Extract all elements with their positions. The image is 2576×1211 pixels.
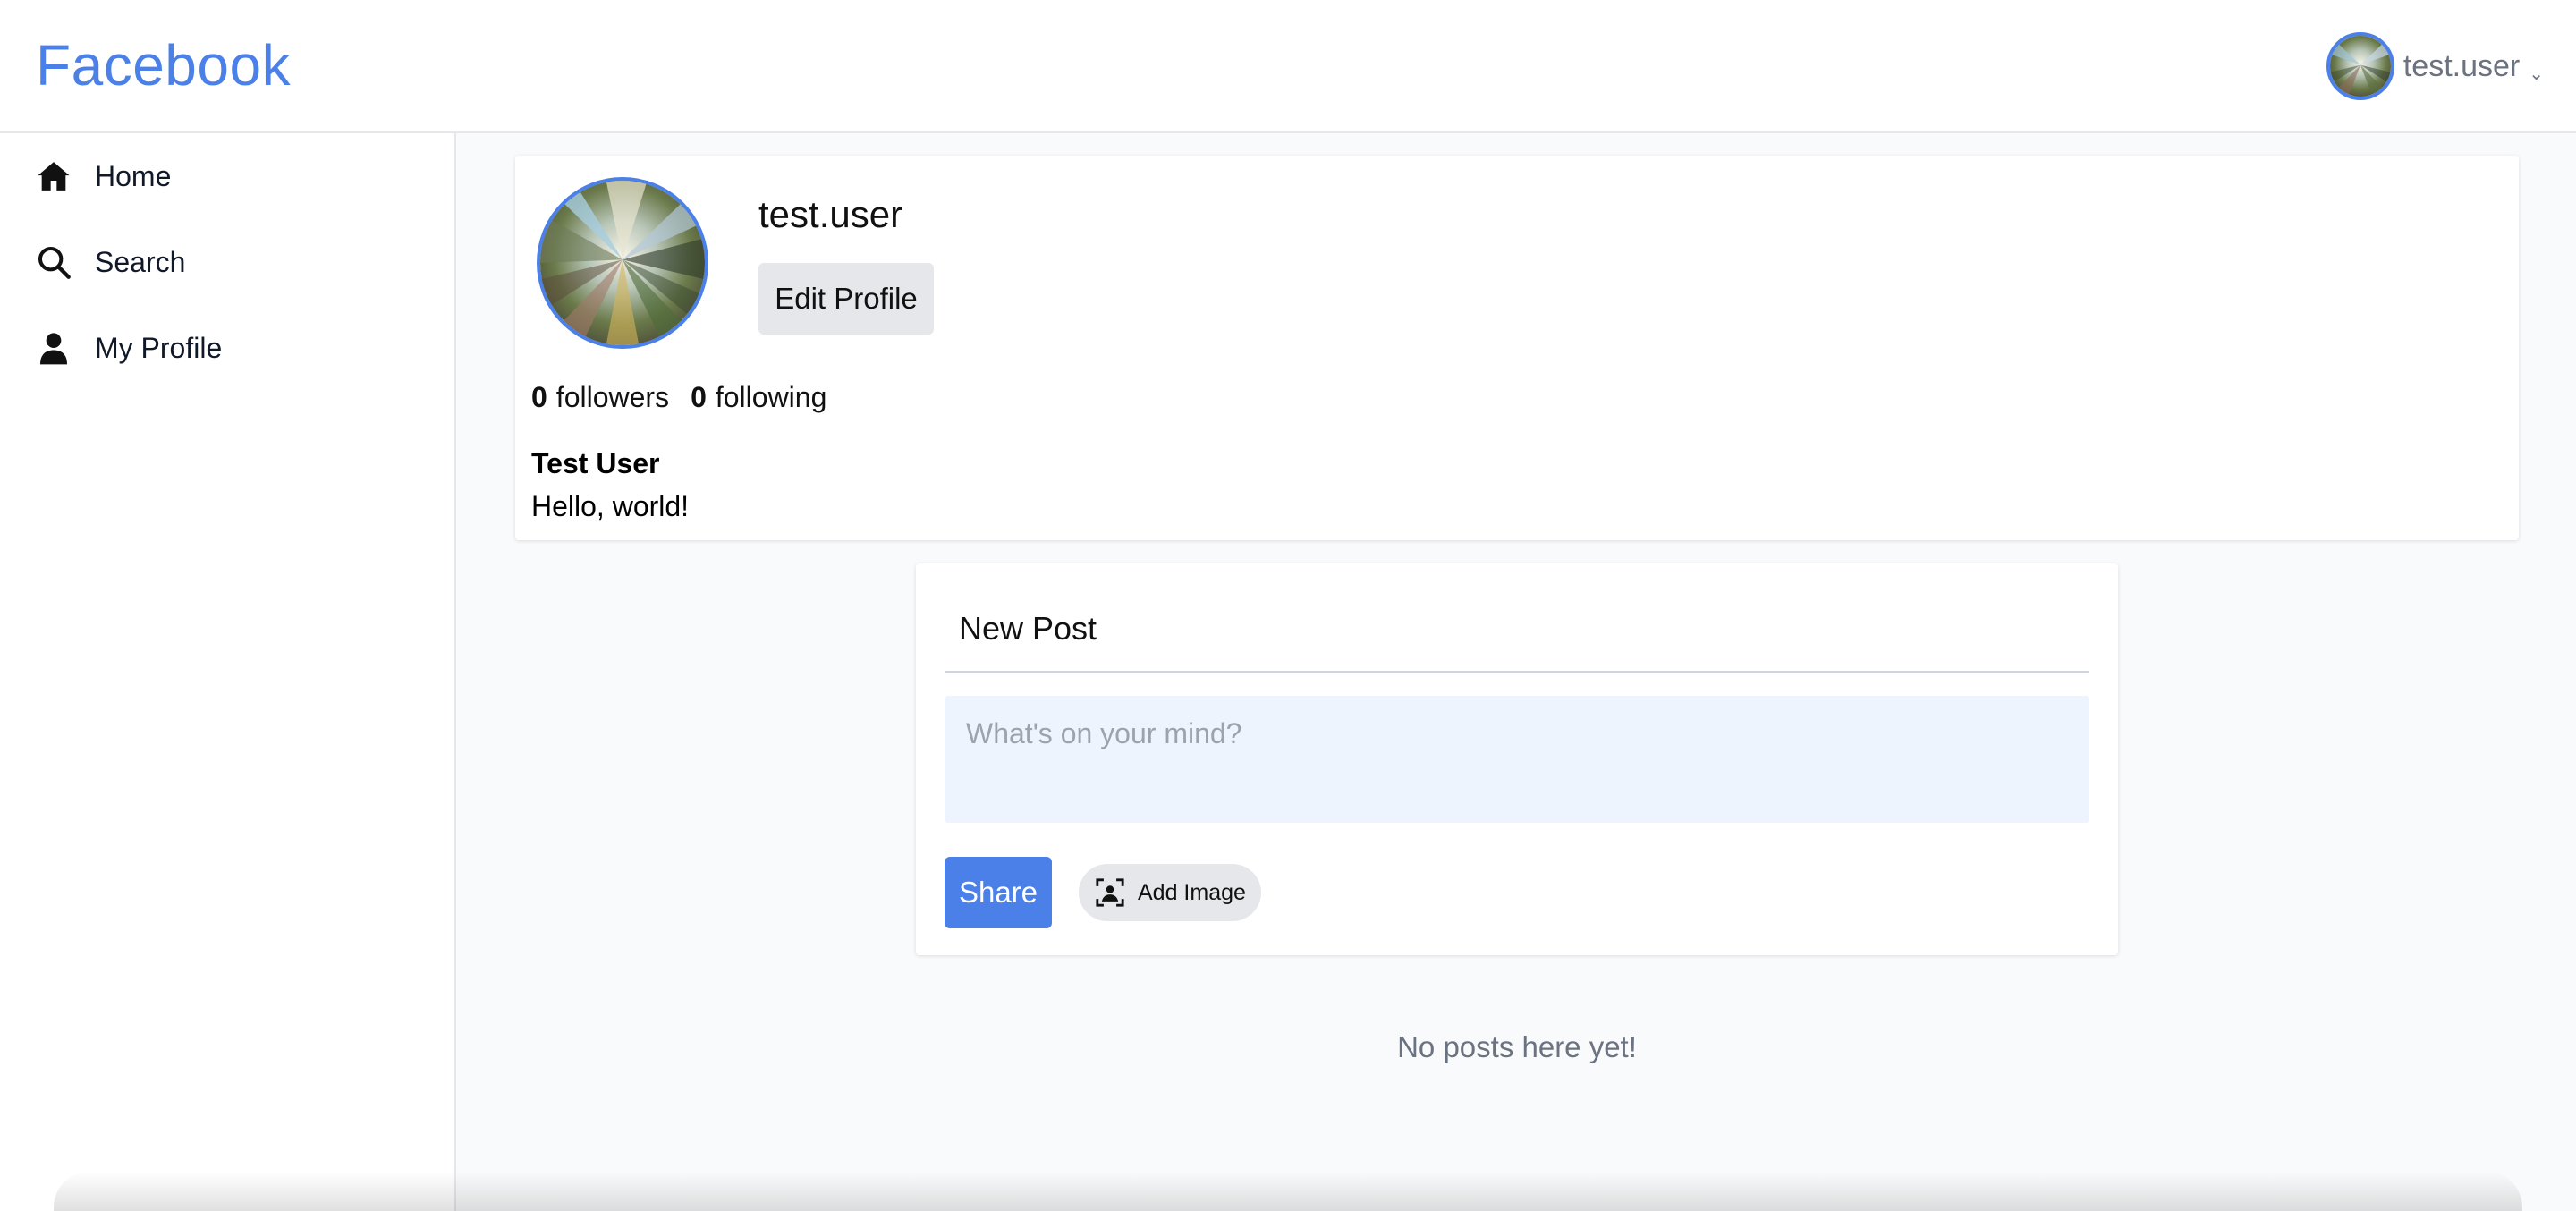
sidebar-item-home[interactable]: Home xyxy=(36,149,171,203)
add-image-button[interactable]: Add Image xyxy=(1079,864,1261,921)
sidebar-item-search[interactable]: Search xyxy=(36,235,185,289)
sidebar: Home Search My Profile xyxy=(0,133,456,1211)
avatar xyxy=(2326,32,2394,100)
edit-profile-button[interactable]: Edit Profile xyxy=(758,263,934,335)
profile-card: test.user Edit Profile 0 followers 0 follo… xyxy=(515,156,2519,540)
chevron-down-icon: ⌄ xyxy=(2529,64,2544,84)
home-icon xyxy=(38,162,70,191)
sidebar-item-label: My Profile xyxy=(95,331,223,364)
following-count: 0 xyxy=(691,381,707,413)
new-post-card: New Post Share Add Image xyxy=(916,563,2118,955)
username-label: test.user xyxy=(2402,48,2521,83)
brand-logo[interactable]: Facebook xyxy=(36,32,291,98)
divider xyxy=(945,671,2089,673)
followers-label: followers xyxy=(555,381,670,413)
profile-avatar[interactable] xyxy=(537,177,708,349)
sidebar-item-label: Home xyxy=(95,159,172,192)
follow-stats: 0 followers 0 following xyxy=(531,381,826,414)
post-input[interactable] xyxy=(945,696,2089,823)
add-image-label: Add Image xyxy=(1138,879,1246,905)
profile-full-name: Test User xyxy=(531,447,660,479)
profile-username: test.user xyxy=(758,193,903,235)
followers-stat[interactable]: 0 followers xyxy=(531,381,669,414)
window-shadow xyxy=(54,1172,2522,1211)
sidebar-item-my-profile[interactable]: My Profile xyxy=(36,321,222,375)
share-button[interactable]: Share xyxy=(945,857,1052,928)
following-label: following xyxy=(715,381,827,413)
new-post-title: New Post xyxy=(959,610,1097,647)
following-stat[interactable]: 0 following xyxy=(691,381,826,414)
user-icon xyxy=(40,333,67,365)
profile-bio: Hello, world! xyxy=(531,490,690,522)
search-icon xyxy=(38,247,71,279)
sidebar-item-label: Search xyxy=(95,245,186,278)
top-bar: Facebook test.user ⌄ xyxy=(0,0,2576,133)
image-icon xyxy=(1096,878,1124,907)
user-menu[interactable]: test.user ⌄ xyxy=(2326,29,2544,104)
empty-feed-message: No posts here yet! xyxy=(1397,1030,1637,1063)
followers-count: 0 xyxy=(531,381,547,413)
